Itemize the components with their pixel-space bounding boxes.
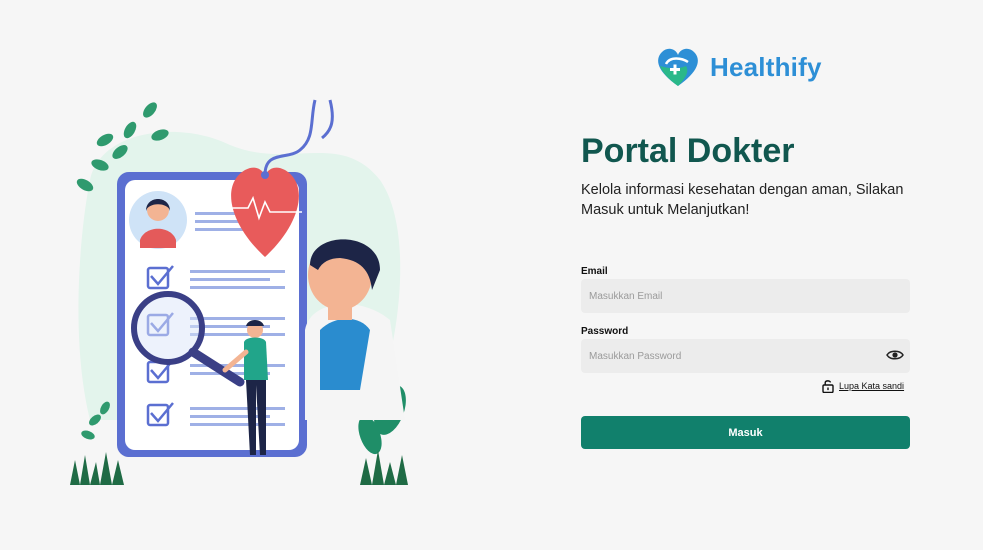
unlock-icon xyxy=(822,380,834,393)
page-subtitle: Kelola informasi kesehatan dengan aman, … xyxy=(581,182,904,218)
page-title: Portal Dokter xyxy=(581,132,795,170)
forgot-password-label: Lupa Kata sandi xyxy=(839,381,905,391)
brand-name: Healthify xyxy=(710,51,822,82)
login-button[interactable]: Masuk xyxy=(581,416,910,449)
brand-logo: Healthify xyxy=(652,46,822,88)
eye-icon[interactable] xyxy=(886,347,904,363)
password-field[interactable] xyxy=(581,339,910,373)
email-label: Email xyxy=(581,266,608,277)
email-field[interactable] xyxy=(581,279,910,313)
forgot-password-link[interactable]: Lupa Kata sandi xyxy=(822,379,904,393)
heart-cross-logo-icon xyxy=(658,48,698,86)
doctor-illustration xyxy=(70,99,408,485)
password-label: Password xyxy=(581,326,629,337)
